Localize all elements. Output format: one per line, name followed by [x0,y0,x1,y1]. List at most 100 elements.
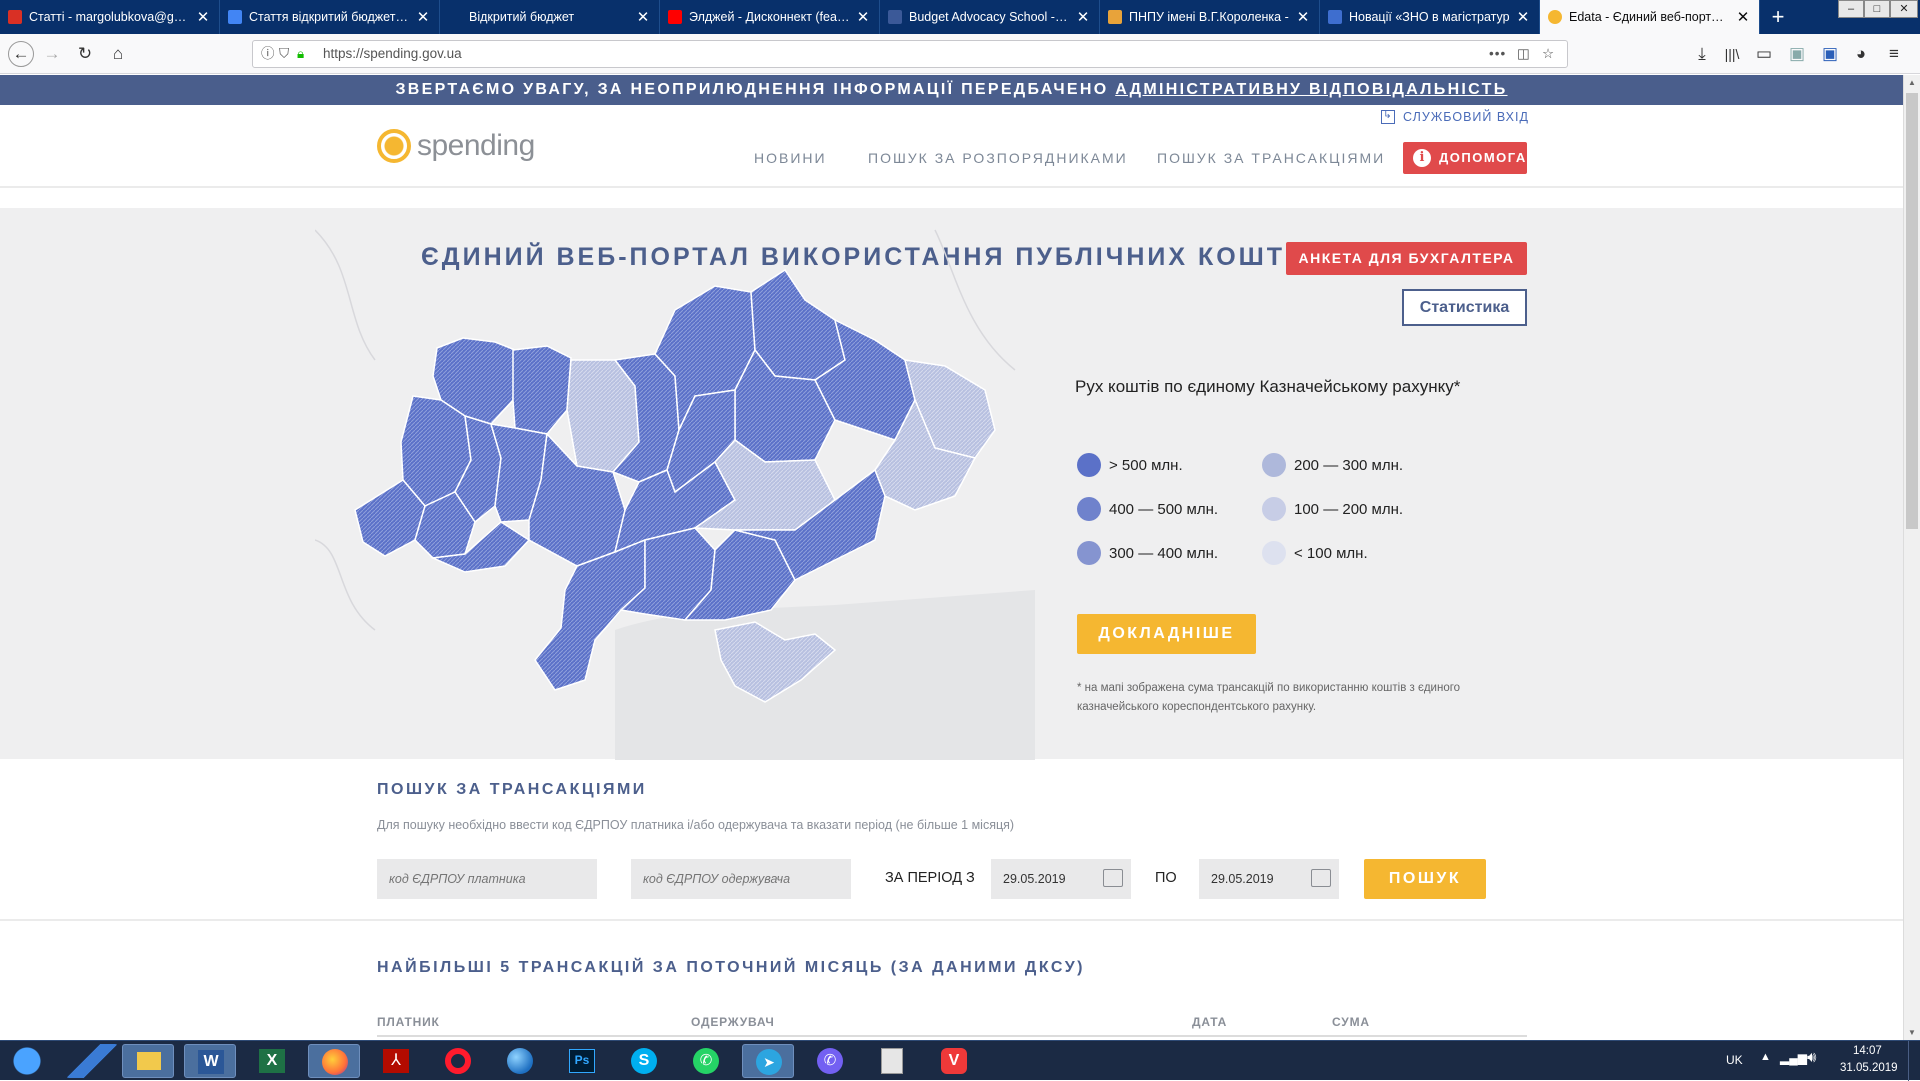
scrollbar-thumb[interactable] [1906,93,1918,529]
excel-icon[interactable]: X [246,1044,298,1078]
column-header-payer[interactable]: ПЛАТНИК [377,1015,440,1029]
network-signal-icon[interactable]: ▂▄▆ [1780,1051,1807,1065]
close-tab-icon[interactable]: ✕ [195,8,211,26]
tab-title: Статті - margolubkova@gma [29,10,190,24]
close-tab-icon[interactable]: ✕ [855,8,871,26]
forward-button[interactable]: → [40,42,64,66]
browser-tab[interactable]: Новації «ЗНО в магістратур ✕ [1320,0,1540,34]
minimize-button[interactable]: – [1838,0,1864,18]
close-tab-icon[interactable]: ✕ [635,8,651,26]
notice-link[interactable]: АДМІНІСТРАТИВНУ ВІДПОВІДАЛЬНІСТЬ [1115,81,1507,98]
file-explorer-icon[interactable] [122,1044,174,1078]
browser-tab-active[interactable]: Edata - Єдиний веб-портал в ✕ [1540,0,1760,34]
legend-label: > 500 млн. [1109,456,1183,474]
gmail-icon [8,10,22,24]
column-header-date[interactable]: ДАТА [1192,1015,1227,1029]
scroll-up-arrow-icon[interactable]: ▲ [1908,78,1916,87]
close-tab-icon[interactable]: ✕ [1295,8,1311,26]
pin-app-icon[interactable] [66,1044,118,1078]
nav-news[interactable]: НОВИНИ [754,150,827,166]
close-tab-icon[interactable]: ✕ [1075,8,1091,26]
close-tab-icon[interactable]: ✕ [1735,8,1751,26]
back-button[interactable]: ← [8,41,34,67]
maximize-button[interactable]: □ [1864,0,1890,18]
vivaldi-icon[interactable]: V [928,1044,980,1078]
browser-tab[interactable]: Статті - margolubkova@gma ✕ [0,0,220,34]
library-icon[interactable]: |||\ [1720,42,1744,66]
tab-title: Новації «ЗНО в магістратур [1349,10,1510,24]
nav-search-managers[interactable]: ПОШУК ЗА РОЗПОРЯДНИКАМИ [868,150,1128,166]
calendar-icon[interactable] [1311,869,1331,887]
calculator-icon[interactable] [866,1044,918,1078]
browser-tab[interactable]: Відкритий бюджет ✕ [440,0,660,34]
close-tab-icon[interactable]: ✕ [1515,8,1531,26]
language-indicator[interactable]: UK [1726,1053,1743,1067]
sidebar-icon[interactable]: ▭ [1752,42,1776,66]
tab-title: Edata - Єдиний веб-портал в [1569,10,1730,24]
start-button[interactable] [4,1044,50,1078]
new-tab-button[interactable]: + [1760,0,1796,34]
calendar-icon[interactable] [1103,869,1123,887]
acrobat-icon[interactable]: ⅄ [370,1044,422,1078]
browser-tab[interactable]: Элджей - Дисконнект (feat. K ✕ [660,0,880,34]
show-desktop-button[interactable] [1908,1041,1920,1081]
legend-item: > 500 млн. [1077,453,1183,477]
bookmark-star-icon[interactable]: ☆ [1542,41,1554,67]
date-to-field[interactable]: 29.05.2019 [1199,859,1339,899]
notice-banner: ЗВЕРТАЄМО УВАГУ, ЗА НЕОПРИЛЮДНЕННЯ ІНФОР… [0,75,1903,105]
extension-icon[interactable]: ▣ [1785,42,1809,66]
info-icon[interactable]: ⓘ [261,41,275,67]
opera-icon[interactable] [432,1044,484,1078]
address-bar[interactable]: ⓘ ⛉ 🔒︎ https://spending.gov.ua ••• ◫ ☆ [252,40,1568,68]
facebook-icon [888,10,902,24]
column-header-sum[interactable]: СУМА [1332,1015,1370,1029]
section-divider [0,919,1903,921]
close-window-button[interactable]: ✕ [1890,0,1918,18]
payer-code-input[interactable] [377,859,597,899]
site-logo[interactable]: spending [377,128,557,164]
viber-icon[interactable]: ✆ [804,1044,856,1078]
search-button[interactable]: ПОШУК [1364,859,1486,899]
nav-search-transactions[interactable]: ПОШУК ЗА ТРАНСАКЦІЯМИ [1157,150,1385,166]
scroll-down-arrow-icon[interactable]: ▼ [1908,1028,1916,1037]
account-icon[interactable]: ◕ [1849,42,1873,66]
service-login-link[interactable]: ↳ СЛУЖБОВИЙ ВХІД [1381,110,1529,124]
word-icon[interactable]: W [184,1044,236,1078]
browser-tab[interactable]: Стаття відкритий бюджет - G ✕ [220,0,440,34]
statistics-button[interactable]: Статистика [1402,289,1527,326]
globe-icon[interactable] [494,1044,546,1078]
pocket-icon[interactable]: ◫ [1517,41,1530,67]
close-tab-icon[interactable]: ✕ [415,8,431,26]
accountant-survey-button[interactable]: АНКЕТА ДЛЯ БУХГАЛТЕРА [1286,242,1527,275]
map-footnote: * на мапі зображена сума трансакцій по в… [1077,682,1461,713]
whatsapp-icon[interactable]: ✆ [680,1044,732,1078]
more-details-button[interactable]: ДОКЛАДНІШЕ [1077,614,1256,654]
telegram-icon[interactable]: ➤ [742,1044,794,1078]
photoshop-icon[interactable]: Ps [556,1044,608,1078]
clock-time[interactable]: 14:07 [1853,1045,1882,1057]
url-text[interactable]: https://spending.gov.ua [323,41,462,67]
tracking-shield-icon[interactable]: ⛉ [279,41,289,67]
skype-icon[interactable]: S [618,1044,670,1078]
tab-title: ПНПУ імені В.Г.Короленка - [1129,10,1289,24]
clock-date[interactable]: 31.05.2019 [1840,1062,1898,1074]
date-from-field[interactable]: 29.05.2019 [991,859,1131,899]
browser-tab[interactable]: Budget Advocacy School - Гл ✕ [880,0,1100,34]
vpn-extension-icon[interactable]: ▣ [1818,42,1842,66]
reload-icon[interactable]: ↻ [73,42,97,66]
map-region-rivne[interactable] [512,345,572,435]
menu-icon[interactable]: ≡ [1882,42,1906,66]
column-header-receiver[interactable]: ОДЕРЖУВАЧ [691,1015,775,1029]
home-icon[interactable]: ⌂ [106,42,130,66]
help-button[interactable]: i ДОПОМОГА [1403,142,1527,174]
volume-icon[interactable]: 🔊︎ [1807,1049,1816,1066]
page-actions-icon[interactable]: ••• [1489,41,1506,67]
receiver-code-input[interactable] [631,859,851,899]
ukraine-map[interactable] [315,210,1035,760]
page-scrollbar[interactable]: ▲ ▼ [1903,75,1920,1040]
browser-tab[interactable]: ПНПУ імені В.Г.Короленка - ✕ [1100,0,1320,34]
tray-arrow-icon[interactable]: ▲ [1760,1051,1771,1063]
firefox-icon[interactable] [308,1044,360,1078]
legend-label: 300 — 400 млн. [1109,544,1219,562]
downloads-icon[interactable]: ⤓ [1690,42,1714,66]
